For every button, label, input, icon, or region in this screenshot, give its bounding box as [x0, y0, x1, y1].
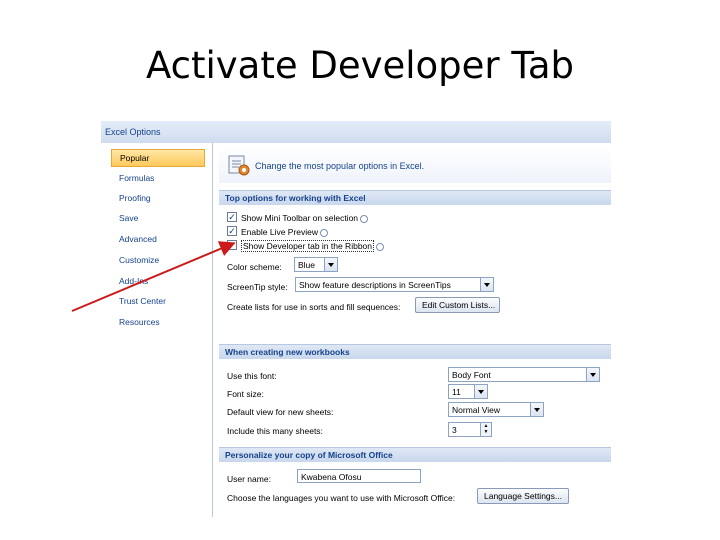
live-preview-label: Enable Live Preview: [241, 227, 329, 237]
section-top-options: Top options for working with Excel: [219, 190, 611, 205]
color-scheme-label: Color scheme:: [227, 262, 282, 272]
info-icon: [360, 214, 369, 223]
sheet-count-stepper[interactable]: 3 ▲ ▼: [448, 422, 492, 437]
user-name-label: User name:: [227, 474, 271, 484]
nav-item-save[interactable]: Save: [111, 210, 205, 228]
font-select[interactable]: Body Font: [448, 367, 600, 382]
font-label: Use this font:: [227, 371, 277, 381]
nav-item-proofing[interactable]: Proofing: [111, 190, 205, 208]
options-content: Change the most popular options in Excel…: [219, 143, 611, 517]
chevron-down-icon: [586, 368, 599, 381]
screentip-style-select[interactable]: Show feature descriptions in ScreenTips: [295, 277, 494, 292]
font-size-label: Font size:: [227, 389, 264, 399]
options-icon: [228, 155, 250, 176]
font-size-select[interactable]: 11: [448, 384, 488, 399]
nav-item-advanced[interactable]: Advanced: [111, 231, 205, 249]
header-band: Change the most popular options in Excel…: [219, 147, 611, 183]
chevron-down-icon: [480, 278, 493, 291]
chevron-down-icon: [474, 385, 487, 398]
mini-toolbar-label: Show Mini Toolbar on selection: [241, 213, 369, 223]
chevron-down-icon: [530, 403, 543, 416]
developer-tab-checkbox[interactable]: ✓: [227, 240, 237, 250]
nav-item-trust-center[interactable]: Trust Center: [111, 293, 205, 311]
slide-title: Activate Developer Tab: [145, 44, 575, 87]
sheet-count-label: Include this many sheets:: [227, 426, 323, 436]
options-nav: Popular Formulas Proofing Save Advanced …: [101, 143, 213, 517]
header-description: Change the most popular options in Excel…: [255, 161, 425, 171]
live-preview-checkbox[interactable]: ✓: [227, 226, 237, 236]
default-view-label: Default view for new sheets:: [227, 407, 334, 417]
info-icon: [320, 228, 329, 237]
nav-item-popular[interactable]: Popular: [111, 149, 205, 167]
chevron-down-icon: [324, 258, 337, 271]
default-view-select[interactable]: Normal View: [448, 402, 544, 417]
color-scheme-select[interactable]: Blue: [294, 257, 338, 272]
edit-custom-lists-button[interactable]: Edit Custom Lists...: [415, 297, 500, 313]
language-settings-button[interactable]: Language Settings...: [477, 488, 569, 504]
info-icon: [376, 242, 384, 251]
developer-tab-label: Show Developer tab in the Ribbon: [241, 240, 384, 252]
section-new-workbooks: When creating new workbooks: [219, 344, 611, 359]
nav-item-resources[interactable]: Resources: [111, 314, 205, 332]
nav-item-formulas[interactable]: Formulas: [111, 170, 205, 188]
nav-item-add-ins[interactable]: Add-Ins: [111, 273, 205, 291]
user-name-input[interactable]: Kwabena Ofosu: [297, 469, 421, 483]
section-personalize: Personalize your copy of Microsoft Offic…: [219, 447, 611, 462]
dialog-title: Excel Options: [101, 121, 611, 143]
mini-toolbar-checkbox[interactable]: ✓: [227, 212, 237, 222]
screentip-style-label: ScreenTip style:: [227, 282, 288, 292]
languages-label: Choose the languages you want to use wit…: [227, 493, 456, 503]
spinner-icon[interactable]: ▲ ▼: [480, 423, 491, 436]
excel-options-dialog: Excel Options Popular Formulas Proofing …: [101, 121, 611, 517]
custom-lists-label: Create lists for use in sorts and fill s…: [227, 302, 401, 312]
nav-item-customize[interactable]: Customize: [111, 252, 205, 270]
